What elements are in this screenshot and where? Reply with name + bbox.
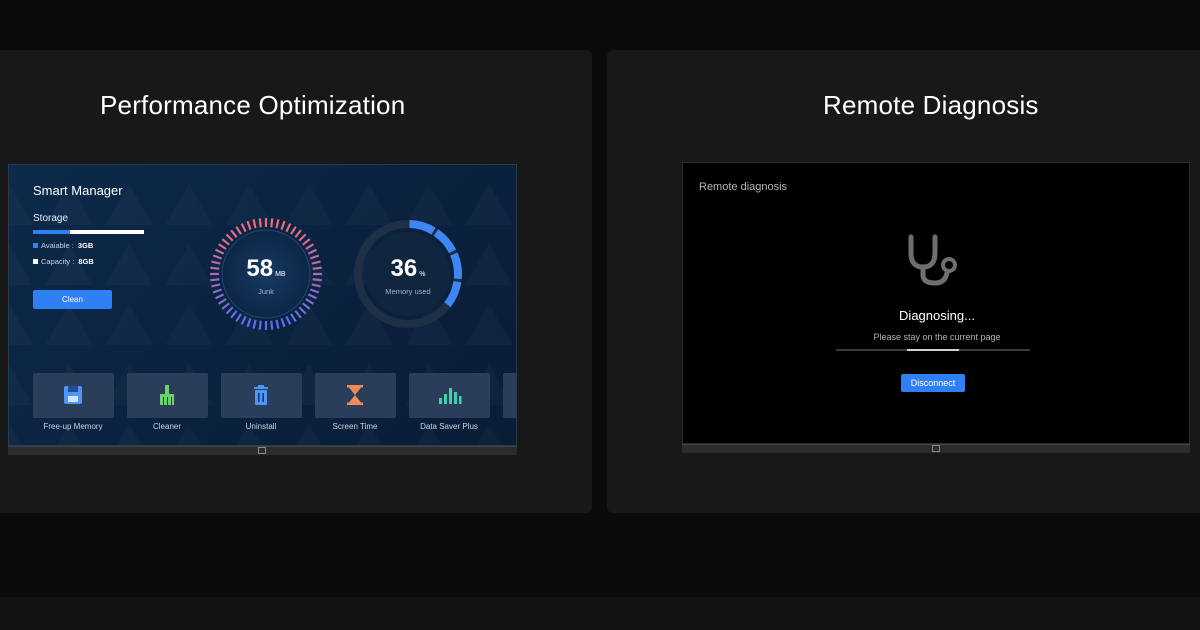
memory-label: Memory used	[385, 287, 431, 296]
junk-gauge-tick	[294, 310, 302, 319]
junk-gauge-tick	[258, 218, 262, 228]
junk-gauge-tick	[221, 302, 230, 310]
junk-gauge: 58 MB Junk	[207, 215, 325, 333]
tile-label-free-up-memory: Free-up Memory	[43, 422, 103, 431]
capacity-swatch	[33, 259, 38, 264]
junk-value: 58	[246, 255, 274, 282]
tile-label-uninstall: Uninstall	[245, 422, 277, 431]
junk-gauge-tick	[225, 233, 234, 242]
performance-title: Performance Optimization	[100, 90, 406, 120]
broom-icon	[160, 385, 174, 405]
junk-gauge-tick	[230, 229, 238, 238]
memory-unit: %	[419, 271, 426, 278]
smart-manager-screen: Smart Manager Storage Avaiable :3GB Capa…	[8, 164, 517, 446]
available-swatch	[33, 243, 38, 248]
diagnosing-status: Diagnosing...	[899, 308, 975, 323]
junk-gauge-tick	[258, 320, 262, 330]
junk-gauge-tick	[240, 223, 247, 233]
tile-screen-time[interactable]	[315, 373, 396, 418]
junk-gauge-tick	[252, 219, 257, 229]
tile-free-up-memory[interactable]	[33, 373, 114, 418]
remote-diagnosis-title: Remote Diagnosis	[823, 90, 1039, 120]
tv-logo-left	[258, 447, 266, 454]
stethoscope-icon	[908, 234, 957, 286]
available-value: 3GB	[77, 241, 94, 250]
top-band	[0, 0, 1200, 34]
junk-gauge-tick	[275, 219, 280, 229]
junk-gauge-tick	[298, 233, 307, 242]
diagnosing-substatus: Please stay on the current page	[873, 332, 1001, 342]
junk-gauge-tick	[280, 220, 286, 231]
smart-manager-title: Smart Manager	[33, 183, 123, 198]
junk-gauge-tick	[290, 225, 297, 235]
trash-icon	[254, 385, 268, 405]
available-label: Avaiable :	[41, 241, 74, 250]
available-legend: Avaiable :3GB	[33, 241, 93, 250]
tile-label-data-saver-plus: Data Saver Plus	[420, 422, 478, 431]
memory-value: 36	[390, 255, 418, 282]
junk-gauge-tick	[307, 248, 317, 255]
junk-gauge-tick	[252, 319, 257, 329]
junk-gauge-tick	[305, 298, 315, 305]
junk-gauge-tick	[235, 313, 242, 323]
junk-gauge-tick	[270, 218, 274, 228]
junk-gauge-tick	[240, 315, 247, 325]
junk-gauge-tick	[246, 220, 252, 231]
junk-gauge-tick	[225, 306, 234, 315]
junk-gauge-tick	[275, 319, 280, 329]
junk-gauge-tick	[235, 225, 242, 235]
tile-label-cleaner: Cleaner	[152, 422, 181, 431]
tv-stand-left	[8, 446, 517, 455]
capacity-label: Capacity :	[41, 257, 75, 266]
storage-bar	[33, 230, 144, 234]
diagnosis-progress-bar	[836, 349, 1030, 351]
junk-gauge-tick	[305, 243, 315, 250]
disconnect-button[interactable]: Disconnect	[901, 374, 965, 392]
remote-diagnosis-screen-title: Remote diagnosis	[699, 181, 788, 193]
tv-remote-diagnosis: Remote diagnosis Diagnosing... Please st…	[682, 162, 1190, 454]
junk-gauge-tick	[230, 310, 238, 319]
junk-gauge-tick	[294, 229, 302, 238]
junk-gauge-tick	[215, 248, 225, 255]
junk-gauge-tick	[246, 317, 252, 328]
tile-partial[interactable]	[503, 373, 516, 418]
hourglass-icon	[347, 385, 363, 405]
tile-uninstall[interactable]	[221, 373, 302, 418]
junk-gauge-tick	[285, 223, 292, 233]
junk-gauge-tick	[298, 306, 307, 315]
remote-diagnosis-screen: Remote diagnosis Diagnosing... Please st…	[682, 162, 1190, 444]
junk-gauge-tick	[302, 302, 311, 310]
capacity-value: 8GB	[78, 257, 94, 266]
junk-gauge-tick	[217, 298, 227, 305]
junk-gauge-tick	[217, 243, 227, 250]
tv-logo-right	[932, 445, 940, 452]
memory-gauge-arc	[409, 220, 436, 235]
junk-unit: MB	[275, 271, 286, 278]
junk-gauge-tick	[302, 238, 311, 246]
capacity-legend: Capacity :8GB	[33, 257, 94, 266]
junk-gauge-tick	[221, 238, 230, 246]
diagnosis-progress-fill	[906, 349, 960, 351]
junk-gauge-tick	[285, 315, 292, 325]
storage-label: Storage	[33, 213, 69, 224]
tv-smart-manager: Smart Manager Storage Avaiable :3GB Capa…	[8, 164, 517, 456]
tile-cleaner[interactable]	[127, 373, 208, 418]
bottom-band	[0, 597, 1200, 630]
tile-data-saver-plus[interactable]	[409, 373, 490, 418]
junk-gauge-tick	[280, 317, 286, 328]
tile-label-screen-time: Screen Time	[332, 422, 378, 431]
junk-gauge-tick	[290, 313, 297, 323]
clean-button[interactable]: Clean	[33, 290, 112, 309]
memory-gauge: 36% Memory used	[349, 215, 467, 333]
junk-label: Junk	[258, 287, 274, 296]
tv-stand-right	[682, 444, 1190, 453]
bar-chart-icon	[439, 388, 462, 404]
floppy-disk-icon	[64, 386, 82, 404]
junk-gauge-tick	[270, 320, 274, 330]
storage-bar-fill	[33, 230, 70, 234]
